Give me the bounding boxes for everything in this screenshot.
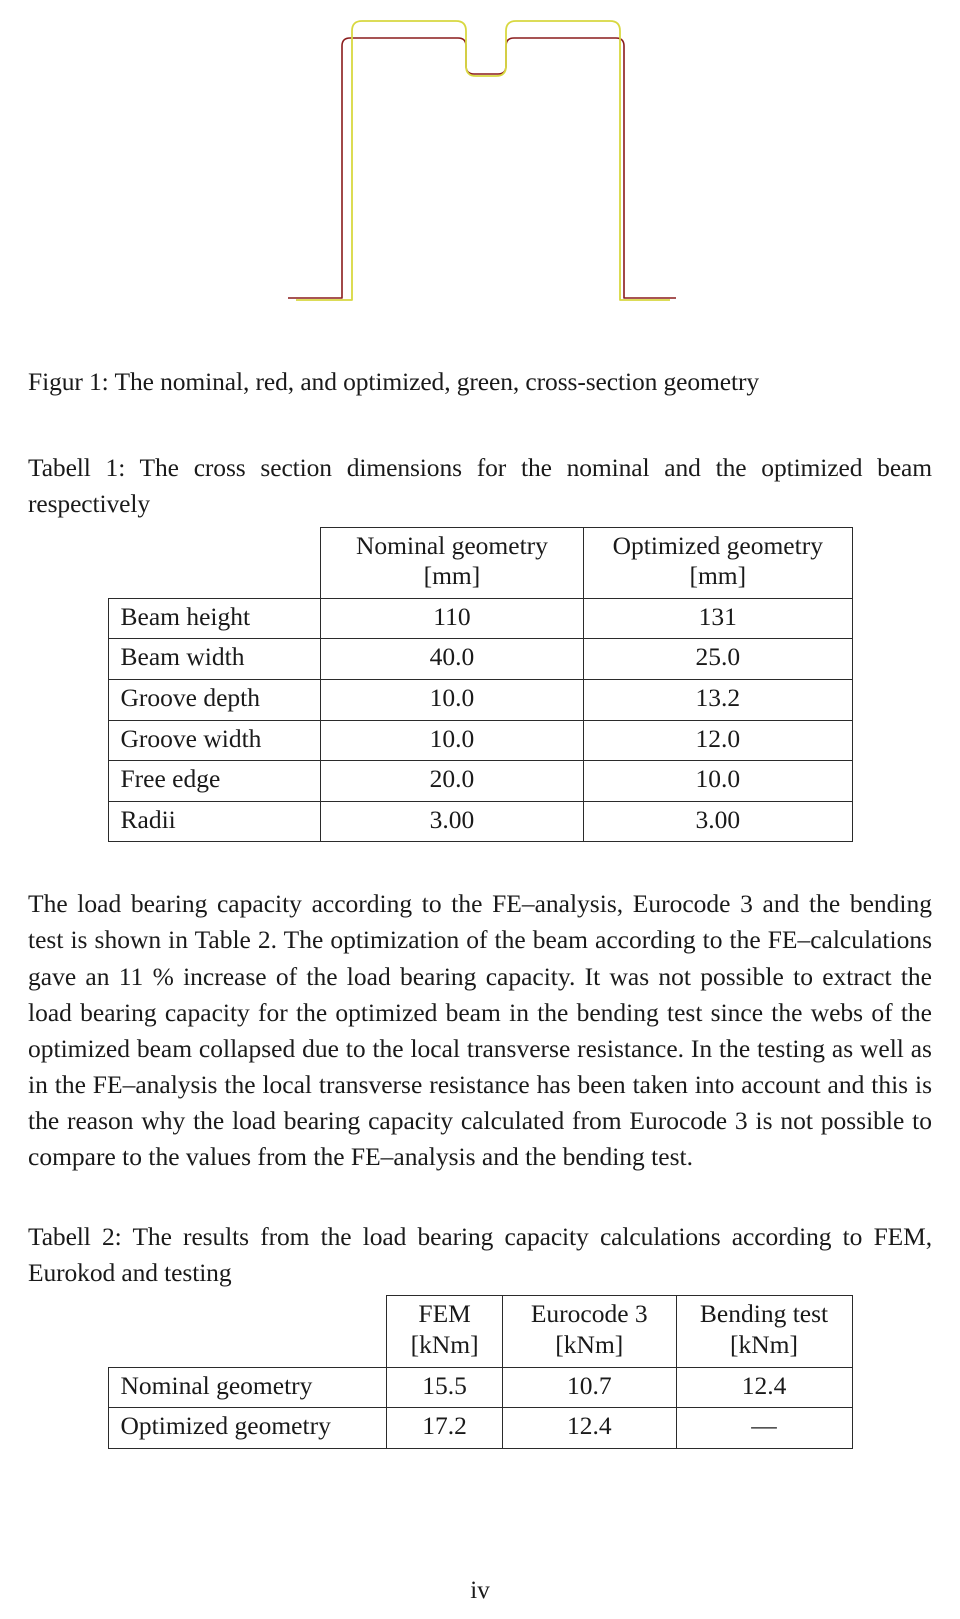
cross-section-dimensions-table: Nominal geometry [mm] Optimized geometry… [107,526,853,843]
table-one-corner-cell [108,527,321,599]
row-nominal-value: 10.0 [319,678,585,721]
row-nominal-value: 20.0 [319,760,585,802]
load-bearing-capacity-table: FEM [kNm] Eurocode 3 [kNm] Bending test … [107,1295,853,1449]
table-one-caption: Tabell 1: The cross section dimensions f… [28,453,932,519]
row-optimized-value: 13.2 [583,678,853,721]
row-bending-value: — [675,1407,853,1449]
table-row: Nominal geometry 15.5 10.7 12.4 [107,1366,853,1409]
table-one-header-nominal: Nominal geometry [mm] [319,526,585,599]
row-label: Beam width [107,638,321,680]
row-eurocode-value: 12.4 [502,1407,677,1449]
table-row: Beam height 110 131 [107,597,853,640]
header-bending-label: Bending test [699,1299,829,1329]
row-label: Beam height [107,597,321,640]
header-eurocode-unit: [kNm] [555,1329,624,1359]
document-page: Figur 1: The nominal, red, and optimized… [0,0,960,1619]
cross-section-figure [14,0,946,330]
table-two-header-fem: FEM [kNm] [386,1295,504,1368]
row-label: Optimized geometry [107,1407,388,1449]
table-two-wrapper: FEM [kNm] Eurocode 3 [kNm] Bending test … [14,1291,946,1449]
row-label: Groove depth [107,678,321,721]
row-nominal-value: 110 [319,597,585,640]
table-row: Beam width 40.0 25.0 [107,638,853,680]
table-row: Optimized geometry 17.2 12.4 — [107,1407,853,1449]
table-row: Groove depth 10.0 13.2 [107,678,853,721]
table-header-row: FEM [kNm] Eurocode 3 [kNm] Bending test … [108,1295,853,1368]
header-nominal-unit: [mm] [423,561,481,591]
row-fem-value: 15.5 [386,1366,504,1409]
header-optimized-label: Optimized geometry [612,530,823,560]
row-label: Groove width [107,719,321,762]
table-row: Radii 3.00 3.00 [107,800,853,843]
table-two-corner-cell [108,1295,388,1368]
table-header-row: Nominal geometry [mm] Optimized geometry… [108,526,853,599]
row-optimized-value: 131 [583,597,853,640]
cross-section-drawing [288,20,676,301]
table-row: Groove width 10.0 12.0 [107,719,853,762]
row-nominal-value: 3.00 [319,800,585,843]
table-one-header-optimized: Optimized geometry [mm] [583,526,853,599]
row-fem-value: 17.2 [386,1407,504,1449]
nominal-profile-path [288,37,676,299]
table-row: Free edge 20.0 10.0 [107,760,853,802]
table-two-header-bending: Bending test [kNm] [675,1295,853,1368]
table-two-caption: Tabell 2: The results from the load bear… [28,1221,932,1288]
header-nominal-label: Nominal geometry [355,530,548,560]
row-nominal-value: 40.0 [319,638,585,680]
header-fem-label: FEM [418,1299,471,1329]
row-label: Nominal geometry [107,1366,388,1409]
optimized-profile-path [296,20,670,301]
header-fem-unit: [kNm] [410,1329,479,1359]
header-eurocode-label: Eurocode 3 [530,1299,648,1329]
header-bending-unit: [kNm] [730,1329,798,1359]
row-label: Free edge [107,760,321,802]
row-optimized-value: 12.0 [583,719,853,762]
row-optimized-value: 3.00 [583,800,853,843]
table-one-wrapper: Nominal geometry [mm] Optimized geometry… [14,523,946,843]
header-optimized-unit: [mm] [689,561,747,591]
row-optimized-value: 10.0 [583,760,853,802]
page-number: iv [470,1577,490,1604]
figure-caption: Figur 1: The nominal, red, and optimized… [28,367,760,396]
row-optimized-value: 25.0 [583,638,853,680]
row-nominal-value: 10.0 [319,719,585,762]
row-bending-value: 12.4 [675,1366,853,1409]
row-eurocode-value: 10.7 [502,1366,677,1409]
row-label: Radii [107,800,321,843]
table-two-header-eurocode: Eurocode 3 [kNm] [502,1295,677,1368]
body-paragraph: The load bearing capacity according to t… [28,889,932,1171]
